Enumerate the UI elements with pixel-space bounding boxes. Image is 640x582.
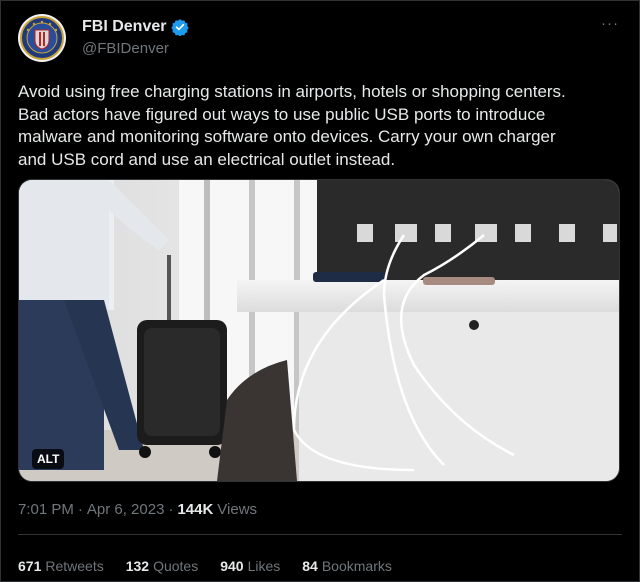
author-handle[interactable]: @FBIDenver [82,40,169,57]
quotes-count: 132 [125,558,150,574]
meta-separator: · [168,501,174,518]
tweet-time[interactable]: 7:01 PM [18,501,74,518]
views-count: 144K [177,501,214,518]
fbi-seal-icon [20,16,64,60]
tweet-text: Avoid using free charging stations in ai… [18,82,566,169]
retweets-count: 671 [18,558,42,574]
meta-separator: · [77,501,83,518]
tweet-card: FBI Denver @FBIDenver ··· Avoid using fr… [0,0,640,582]
tweet-image[interactable]: ALT [18,179,620,482]
verified-badge-icon [171,19,190,36]
divider [18,534,622,535]
views-label: Views [217,501,258,518]
bookmarks-count: 84 [302,558,318,574]
likes-label: Likes [247,558,281,574]
quotes-label: Quotes [153,558,199,574]
quotes-stat[interactable]: 132 Quotes [126,558,199,574]
likes-count: 940 [220,558,244,574]
more-options-icon[interactable]: ··· [601,15,619,32]
alt-text-button[interactable]: ALT [32,449,65,469]
author-display-name[interactable]: FBI Denver [82,18,166,36]
tweet-date[interactable]: Apr 6, 2023 [87,501,165,518]
retweets-label: Retweets [45,558,104,574]
tweet-stats: 671 Retweets 132 Quotes 940 Likes 84 Bookmar… [18,558,392,574]
charging-station-photo [19,180,619,481]
bookmarks-stat[interactable]: 84 Bookmarks [302,558,392,574]
author-name-row: FBI Denver [82,18,190,36]
avatar[interactable] [18,14,66,62]
bookmarks-label: Bookmarks [321,558,392,574]
retweets-stat[interactable]: 671 Retweets [18,558,104,574]
likes-stat[interactable]: 940 Likes [220,558,280,574]
tweet-meta: 7:01 PM · Apr 6, 2023 · 144K Views [18,501,257,518]
